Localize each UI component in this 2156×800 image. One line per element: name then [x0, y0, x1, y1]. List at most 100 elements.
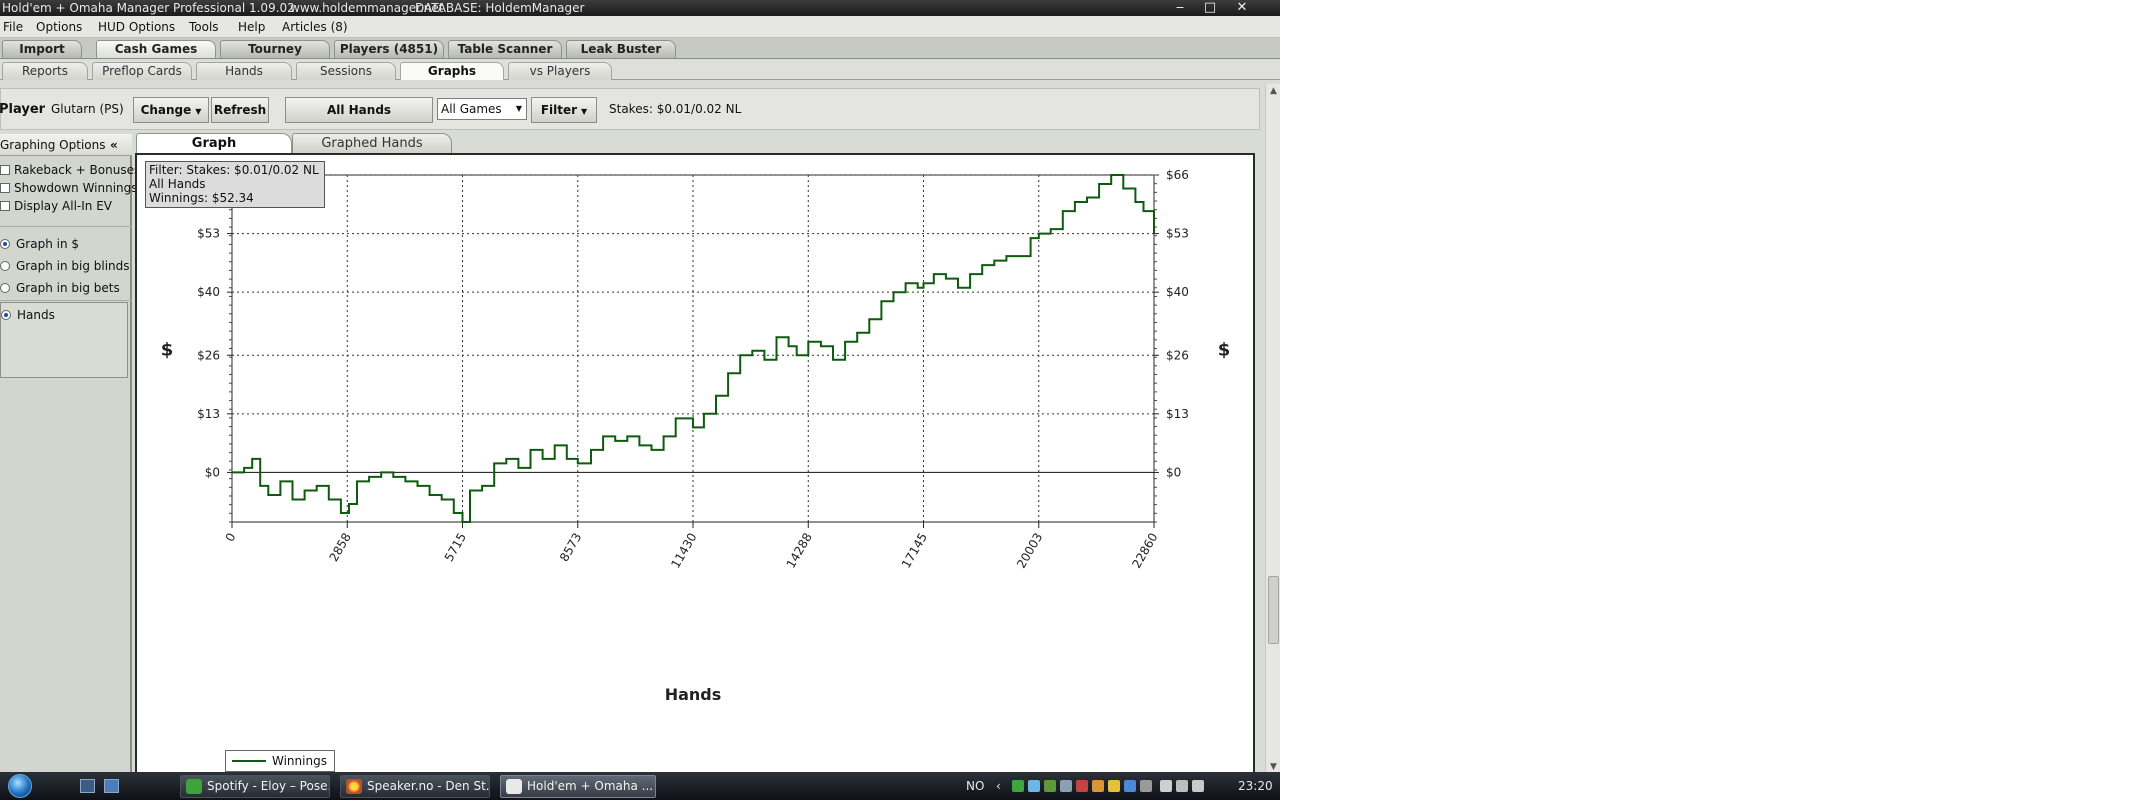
holdem-manager-icon: [506, 779, 522, 794]
menu-tools[interactable]: Tools: [189, 20, 219, 34]
graph-panel: 0 2858 5715 8573 11430 14288 17145 20003 22860 $0…: [135, 153, 1255, 776]
allin-ev-checkbox[interactable]: Display All-In EV: [0, 198, 112, 214]
refresh-button[interactable]: Refresh: [211, 97, 269, 123]
filter-info-box: Filter: Stakes: $0.01/0.02 NL All Hands …: [145, 161, 325, 208]
volume-icon[interactable]: [1192, 780, 1204, 792]
showdown-checkbox[interactable]: Showdown Winnings: [0, 180, 138, 196]
hands-radio[interactable]: Hands: [1, 307, 55, 323]
vertical-scrollbar[interactable]: ▲ ▼: [1265, 84, 1280, 774]
tray-app-icon[interactable]: [1140, 780, 1152, 792]
task-spotify-label: Spotify - Eloy – Pose...: [207, 779, 330, 793]
tab-graphs[interactable]: Graphs: [400, 62, 504, 80]
games-select-value: All Games: [441, 102, 502, 116]
scroll-up-icon[interactable]: ▲: [1266, 84, 1280, 98]
menu-help[interactable]: Help: [238, 20, 265, 34]
plot-area: [231, 174, 1155, 523]
graph-big-bets-radio[interactable]: Graph in big bets: [0, 280, 120, 296]
checkbox-box: [0, 201, 10, 211]
maximize-button[interactable]: □: [1200, 0, 1220, 16]
tab-reports[interactable]: Reports: [2, 62, 88, 80]
y-tick-label-right: $53: [1166, 227, 1189, 241]
tab-table-scanner[interactable]: Table Scanner: [448, 40, 562, 58]
all-hands-button[interactable]: All Hands: [285, 97, 433, 123]
tab-graph[interactable]: Graph: [136, 133, 292, 153]
minimize-button[interactable]: ‒: [1170, 0, 1190, 16]
task-speaker-label: Speaker.no - Den St...: [367, 779, 490, 793]
chart-legend: Winnings: [225, 750, 335, 772]
menu-file[interactable]: File: [3, 20, 23, 34]
tab-players[interactable]: Players (4851): [334, 40, 444, 58]
tab-tourney[interactable]: Tourney: [220, 40, 330, 58]
graph-big-blinds-radio[interactable]: Graph in big blinds: [0, 258, 130, 274]
winnings-series-line: [232, 174, 1155, 523]
y-tick-label-left: $53: [197, 227, 220, 241]
legend-swatch: [232, 760, 266, 762]
empty-desktop-area: [1280, 0, 2156, 800]
menu-options[interactable]: Options: [36, 20, 82, 34]
y-tick-label-right: $26: [1166, 348, 1189, 362]
menu-hud-options[interactable]: HUD Options: [98, 20, 175, 34]
close-button[interactable]: ✕: [1232, 0, 1252, 16]
task-holdem-manager[interactable]: Hold'em + Omaha ...: [500, 775, 656, 798]
tray-app-icon[interactable]: [1108, 780, 1120, 792]
menu-bar: File Options HUD Options Tools Help Arti…: [0, 16, 1280, 38]
spotify-icon: [186, 779, 202, 794]
sub-tab-row: Reports Preflop Cards Hands Sessions Gra…: [0, 60, 1280, 80]
winnings-chart: 0 2858 5715 8573 11430 14288 17145 20003 22860 $0…: [161, 168, 1231, 704]
chevron-down-icon: ▼: [515, 104, 522, 113]
language-indicator[interactable]: NO: [966, 772, 984, 800]
scrollbar-thumb[interactable]: [1268, 576, 1279, 644]
tab-hands[interactable]: Hands: [196, 62, 292, 80]
tab-leak-buster[interactable]: Leak Buster: [566, 40, 676, 58]
tray-app-icon[interactable]: [1028, 780, 1040, 792]
tab-vs-players[interactable]: vs Players: [508, 62, 612, 80]
graph-big-blinds-label: Graph in big blinds: [16, 259, 130, 273]
player-label: Player: [0, 102, 46, 117]
collapse-icon[interactable]: «: [110, 134, 118, 156]
chevron-down-icon: ▼: [195, 107, 202, 116]
database-label: DATABASE: HoldemManager: [415, 1, 585, 15]
tray-app-icon[interactable]: [1012, 780, 1024, 792]
checkbox-box: [0, 165, 10, 175]
tray-app-icon[interactable]: [1060, 780, 1072, 792]
battery-icon[interactable]: [1160, 780, 1172, 792]
y-tick-label-right: $13: [1166, 407, 1189, 421]
network-icon[interactable]: [1176, 780, 1188, 792]
tab-graphed-hands[interactable]: Graphed Hands: [292, 133, 452, 153]
y-tick-label-left: $13: [197, 407, 220, 421]
info-winnings: Winnings: $52.34: [149, 191, 254, 205]
radio-dot: [1, 310, 11, 320]
x-tick-label: 22860: [1129, 531, 1160, 571]
filter-button[interactable]: Filter ▼: [531, 97, 597, 123]
task-speaker[interactable]: Speaker.no - Den St...: [340, 775, 490, 798]
clock[interactable]: 23:20: [1238, 772, 1273, 800]
y-tick-label-right: $40: [1166, 285, 1189, 299]
title-bar: Hold'em + Omaha Manager Professional 1.0…: [0, 0, 1280, 16]
graph-dollars-radio[interactable]: Graph in $: [0, 236, 79, 252]
tray-app-icon[interactable]: [1124, 780, 1136, 792]
y-tick-label-left: $26: [197, 348, 220, 362]
change-button[interactable]: Change ▼: [133, 97, 209, 123]
show-desktop-icon[interactable]: [80, 779, 95, 793]
window-switcher-icon[interactable]: [104, 779, 119, 793]
legend-label: Winnings: [272, 754, 327, 768]
y-tick-label-left: $0: [205, 465, 220, 479]
tray-app-icon[interactable]: [1044, 780, 1056, 792]
menu-articles[interactable]: Articles (8): [282, 20, 348, 34]
start-button[interactable]: [8, 774, 32, 798]
tab-sessions[interactable]: Sessions: [296, 62, 396, 80]
rakeback-checkbox[interactable]: Rakeback + Bonuses: [0, 162, 140, 178]
y-tick-label-left: $40: [197, 285, 220, 299]
stakes-text: Stakes: $0.01/0.02 NL: [609, 102, 742, 116]
tab-import[interactable]: Import: [2, 40, 82, 58]
tray-app-icon[interactable]: [1092, 780, 1104, 792]
tab-preflop-cards[interactable]: Preflop Cards: [92, 62, 192, 80]
graphing-options-header: Graphing Options «: [0, 134, 132, 156]
x-tick-label: 2858: [326, 531, 353, 564]
games-select[interactable]: All Games ▼: [437, 98, 527, 120]
tab-cash-games[interactable]: Cash Games: [96, 40, 216, 58]
x-tick-label: 0: [223, 531, 239, 545]
tray-app-icon[interactable]: [1076, 780, 1088, 792]
task-spotify[interactable]: Spotify - Eloy – Pose...: [180, 775, 330, 798]
tray-expand-icon[interactable]: ‹: [996, 772, 1001, 800]
